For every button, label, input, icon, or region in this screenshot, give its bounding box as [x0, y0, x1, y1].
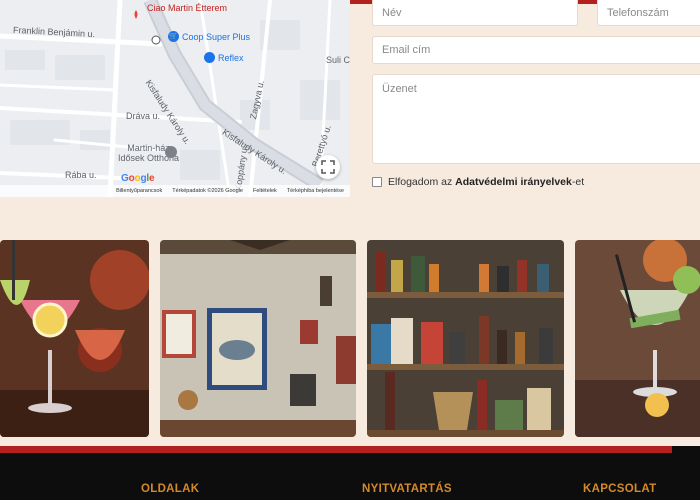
map-embed[interactable]: Ciao Martin Étterem Franklin Benjámin u.…	[0, 0, 350, 197]
footer-heading-pages: OLDALAK	[141, 483, 200, 495]
poi-label-suli[interactable]: Suli C	[326, 55, 350, 65]
phone-field[interactable]	[597, 0, 700, 26]
gallery-photo-shelf[interactable]	[367, 240, 564, 437]
gallery-photo-interior-wall[interactable]	[160, 240, 356, 437]
gallery-photo-cocktails[interactable]	[0, 240, 149, 437]
poi-reflex[interactable]: Reflex	[204, 52, 244, 63]
footer-heading-hours: NYITVATARTÁS	[362, 483, 452, 495]
map-shortcuts-link[interactable]: Billentyűparancsok	[116, 188, 162, 194]
message-field[interactable]	[372, 74, 700, 164]
map-fullscreen-button[interactable]	[316, 155, 340, 179]
cocktails-image	[0, 240, 149, 437]
shopping-bag-icon	[204, 52, 215, 63]
footer-heading-contact: KAPCSOLAT	[583, 483, 657, 495]
gallery-photo-gin-tonic[interactable]	[575, 240, 700, 437]
phone-input[interactable]	[598, 0, 700, 25]
expand-icon	[321, 160, 335, 174]
place-name-label[interactable]: Ciao Martin Étterem	[147, 3, 227, 13]
interior-wall-image	[160, 240, 356, 437]
location-pin-icon	[165, 146, 177, 158]
message-textarea[interactable]	[373, 75, 700, 163]
consent-checkbox[interactable]	[372, 177, 382, 187]
map-data-text: Térképadatok ©2026 Google	[172, 188, 243, 194]
gin-tonic-image	[575, 240, 700, 437]
street-label-raba: Rába u.	[65, 170, 97, 180]
map-attribution-bar: Billentyűparancsok Térképadatok ©2026 Go…	[0, 185, 350, 197]
consent-label: Elfogadom az Adatvédelmi irányelvek-et	[388, 176, 585, 188]
shopping-cart-icon: 🛒	[168, 31, 179, 42]
privacy-policy-link[interactable]: Adatvédelmi irányelvek	[455, 176, 572, 188]
name-input[interactable]	[373, 0, 577, 25]
name-field[interactable]	[372, 0, 578, 26]
bottle-shelf-image	[367, 240, 564, 437]
site-footer: OLDALAK NYITVATARTÁS KAPCSOLAT	[0, 446, 700, 500]
google-logo: Google	[121, 173, 155, 184]
poi-coop[interactable]: 🛒 Coop Super Plus	[168, 31, 250, 42]
map-terms-link[interactable]: Feltételek	[253, 188, 277, 194]
poi-label-coop: Coop Super Plus	[182, 31, 251, 42]
poi-label-reflex: Reflex	[218, 52, 244, 63]
footer-accent-line	[0, 446, 672, 453]
street-label-drava: Dráva u.	[126, 111, 161, 121]
email-input[interactable]	[373, 37, 700, 63]
map-report-link[interactable]: Térképhiba bejelentése	[287, 188, 344, 194]
privacy-consent[interactable]: Elfogadom az Adatvédelmi irányelvek-et	[372, 176, 584, 188]
email-field[interactable]	[372, 36, 700, 64]
